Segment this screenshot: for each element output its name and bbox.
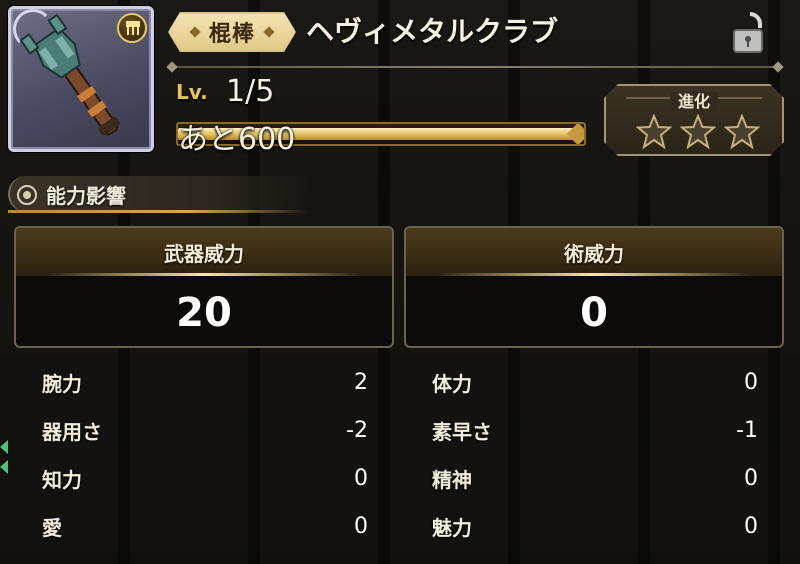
stat-value: -1 [736,418,758,443]
stat-name: 知力 [42,468,82,492]
diamond-icon [263,26,274,37]
weapon-power-header: 武器威力 [16,228,392,276]
stat-name: 腕力 [42,372,82,396]
stat-name: 体力 [432,372,472,396]
stat-value: -2 [346,418,368,443]
category-tag: 棍棒 [168,12,296,52]
evolution-stars [636,114,760,150]
star-icon [724,114,760,150]
header-divider [170,66,780,68]
stat-value: 0 [744,370,758,395]
star-icon [636,114,672,150]
art-power-header: 術威力 [406,228,782,276]
evolution-title-text: 進化 [670,92,718,111]
stat-value: 0 [744,466,758,491]
stat-name: 器用さ [42,420,102,444]
experience-remaining: あと600 [178,122,296,157]
stat-name: 魅力 [432,516,472,540]
item-name: ヘヴィメタルクラブ [306,15,559,48]
art-power-panel: 術威力 0 [404,226,784,348]
sun-icon [17,185,37,205]
star-icon [680,114,716,150]
weapon-power-panel: 武器威力 20 [14,226,394,348]
stat-name: 精神 [432,468,472,492]
stat-value: 0 [354,514,368,539]
evolution-panel: 進化 [604,84,784,156]
stat-value: 0 [744,514,758,539]
level-value: 1/5 [226,74,275,109]
weapon-power-label: 武器威力 [164,241,244,266]
section-title: 能力影響 [46,184,126,208]
art-power-label: 術威力 [564,241,624,266]
level-label: Lv. [176,80,208,104]
item-icon-frame[interactable] [8,6,154,152]
diamond-icon [189,26,200,37]
stat-value: 0 [354,466,368,491]
section-underline [8,210,308,213]
stat-name: 素早さ [432,420,492,444]
experience-bar-cap [566,124,584,144]
evolution-title: 進化 [606,88,782,112]
equip-badge-icon [117,13,147,43]
unlock-icon[interactable] [730,10,770,56]
stat-name: 愛 [42,516,62,540]
weapon-power-value: 20 [176,290,232,336]
category-label: 棍棒 [208,22,255,47]
art-power-value: 0 [580,290,608,336]
stat-value: 2 [354,370,368,395]
